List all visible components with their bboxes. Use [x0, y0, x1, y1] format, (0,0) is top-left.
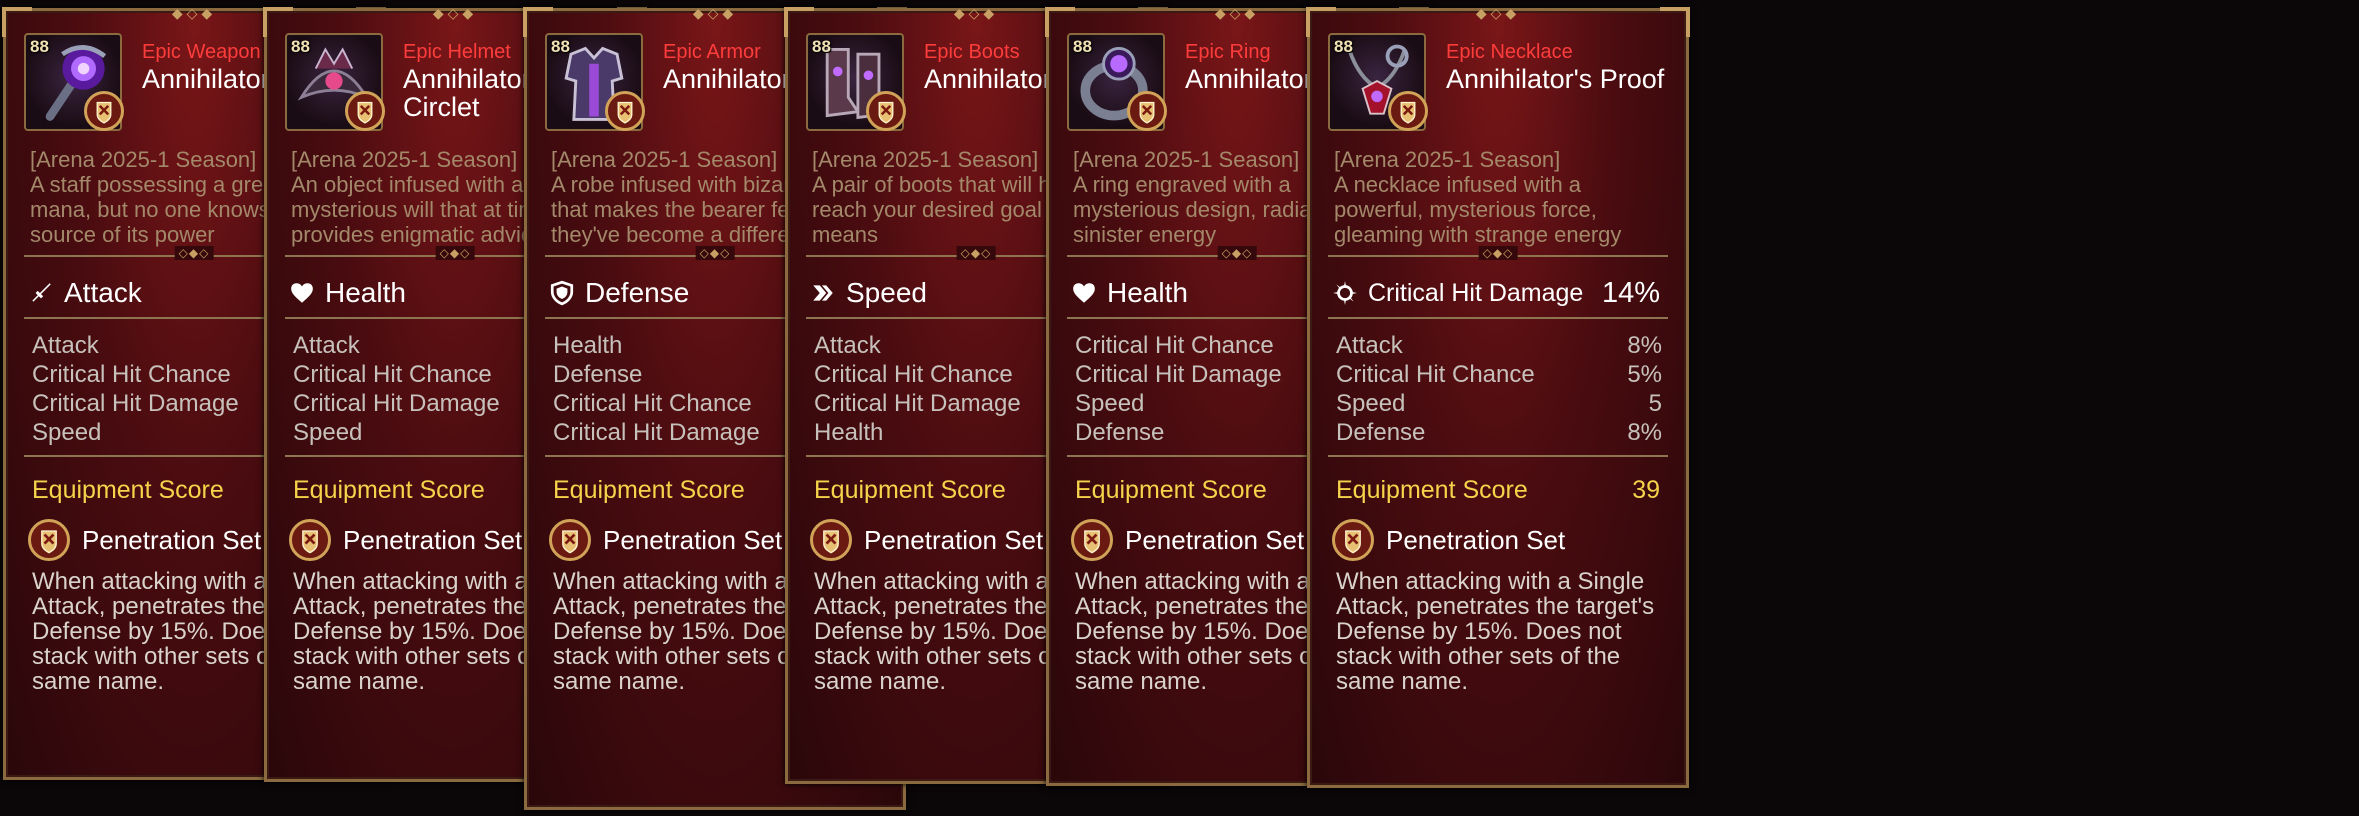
substat-label: Attack	[1336, 332, 1403, 359]
set-name: Penetration Set	[82, 524, 262, 555]
substat-value: 5%	[1627, 361, 1662, 388]
score-label: Equipment Score	[1075, 476, 1267, 504]
substat-value: 8%	[1627, 419, 1662, 446]
heart-icon	[289, 280, 315, 306]
main-stat-label: Attack	[64, 277, 142, 308]
penetration-set-icon	[1071, 519, 1113, 561]
set-badge-icon	[84, 91, 124, 131]
shield-icon	[549, 280, 575, 306]
set-name: Penetration Set	[343, 524, 523, 555]
heart-icon	[1071, 280, 1097, 306]
score-value: 39	[1632, 476, 1660, 504]
substat-label: Defense	[1075, 419, 1165, 446]
item-level: 88	[551, 37, 570, 56]
substat-label: Health	[553, 332, 623, 359]
equipment-card[interactable]: ◆◇◆ 88 Epic Necklace Annihilator's Proof [Ar…	[1306, 5, 1690, 788]
penetration-set-icon	[1332, 519, 1374, 561]
main-stat-label: Health	[325, 277, 406, 308]
substat-label: Speed	[1075, 390, 1145, 417]
item-rarity: Epic Weapon	[142, 41, 261, 63]
set-row: Penetration Set	[1310, 511, 1686, 565]
substat-label: Critical Hit Damage	[1075, 361, 1282, 388]
set-badge-icon	[866, 91, 906, 131]
score-label: Equipment Score	[814, 476, 1006, 504]
item-description: [Arena 2025-1 Season] A necklace infused…	[1334, 147, 1622, 247]
substat-label: Speed	[1336, 390, 1406, 417]
speed-icon	[810, 280, 836, 306]
set-badge-icon	[345, 91, 385, 131]
substat-label: Critical Hit Chance	[32, 361, 231, 388]
substat-label: Critical Hit Chance	[293, 361, 492, 388]
penetration-set-icon	[549, 519, 591, 561]
item-level: 88	[30, 37, 49, 56]
substat-label: Critical Hit Damage	[293, 390, 500, 417]
item-level: 88	[812, 37, 831, 56]
substat-label: Attack	[32, 332, 99, 359]
penetration-set-icon	[810, 519, 852, 561]
substat-label: Critical Hit Chance	[1336, 361, 1535, 388]
set-badge-icon	[605, 91, 645, 131]
item-level: 88	[1073, 37, 1092, 56]
item-level: 88	[1334, 37, 1353, 56]
item-rarity: Epic Necklace	[1446, 41, 1573, 63]
substat-row: Speed 5	[1336, 389, 1662, 418]
penetration-set-icon	[289, 519, 331, 561]
penetration-set-icon	[28, 519, 70, 561]
set-badge-icon	[1127, 91, 1167, 131]
set-name: Penetration Set	[1386, 524, 1566, 555]
score-label: Equipment Score	[553, 476, 745, 504]
item-rarity: Epic Armor	[663, 41, 761, 63]
main-stat-value: 14%	[1601, 276, 1660, 309]
main-stat-label: Speed	[846, 277, 927, 308]
set-name: Penetration Set	[1125, 524, 1305, 555]
card-header: 88 Epic Necklace Annihilator's Proof	[1310, 11, 1686, 143]
item-name: Annihilator's Proof	[1446, 64, 1665, 94]
score-label: Equipment Score	[32, 476, 224, 504]
item-rarity: Epic Helmet	[403, 41, 511, 63]
crit-damage-icon	[1332, 280, 1358, 306]
substat-label: Defense	[1336, 419, 1426, 446]
divider	[1328, 317, 1668, 331]
substat-label: Critical Hit Chance	[1075, 332, 1274, 359]
substat-label: Defense	[553, 361, 643, 388]
score-label: Equipment Score	[293, 476, 485, 504]
main-stat-label: Health	[1107, 277, 1188, 308]
score-label: Equipment Score	[1336, 476, 1528, 504]
substat-row: Critical Hit Chance 5%	[1336, 360, 1662, 389]
set-name: Penetration Set	[603, 524, 783, 555]
substat-label: Attack	[293, 332, 360, 359]
item-level: 88	[291, 37, 310, 56]
main-stat-label: Critical Hit Damage	[1368, 278, 1584, 307]
main-stat-label: Defense	[585, 277, 690, 308]
substat-label: Health	[814, 419, 884, 446]
substat-label: Critical Hit Damage	[814, 390, 1021, 417]
main-stat: Critical Hit Damage 14%	[1310, 269, 1686, 317]
substat-row: Attack 8%	[1336, 331, 1662, 360]
sword-icon	[28, 280, 54, 306]
substat-label: Speed	[293, 419, 363, 446]
substat-value: 5	[1648, 390, 1662, 417]
divider	[1328, 455, 1668, 469]
divider: ◇◆◇	[1328, 246, 1668, 269]
substat-label: Critical Hit Damage	[553, 419, 760, 446]
equipment-score: Equipment Score 39	[1310, 469, 1686, 511]
substat-label: Attack	[814, 332, 881, 359]
substats: Attack 8% Critical Hit Chance 5% Speed 5 Defen…	[1310, 331, 1686, 447]
set-badge-icon	[1388, 91, 1428, 131]
substat-label: Critical Hit Chance	[814, 361, 1013, 388]
set-name: Penetration Set	[864, 524, 1044, 555]
set-description: When attacking with a Single Attack, pen…	[1336, 568, 1655, 695]
substat-value: 8%	[1627, 332, 1662, 359]
substat-label: Critical Hit Chance	[553, 390, 752, 417]
item-rarity: Epic Boots	[924, 41, 1020, 63]
substat-label: Speed	[32, 419, 102, 446]
substat-label: Critical Hit Damage	[32, 390, 239, 417]
substat-row: Defense 8%	[1336, 418, 1662, 447]
item-rarity: Epic Ring	[1185, 41, 1271, 63]
